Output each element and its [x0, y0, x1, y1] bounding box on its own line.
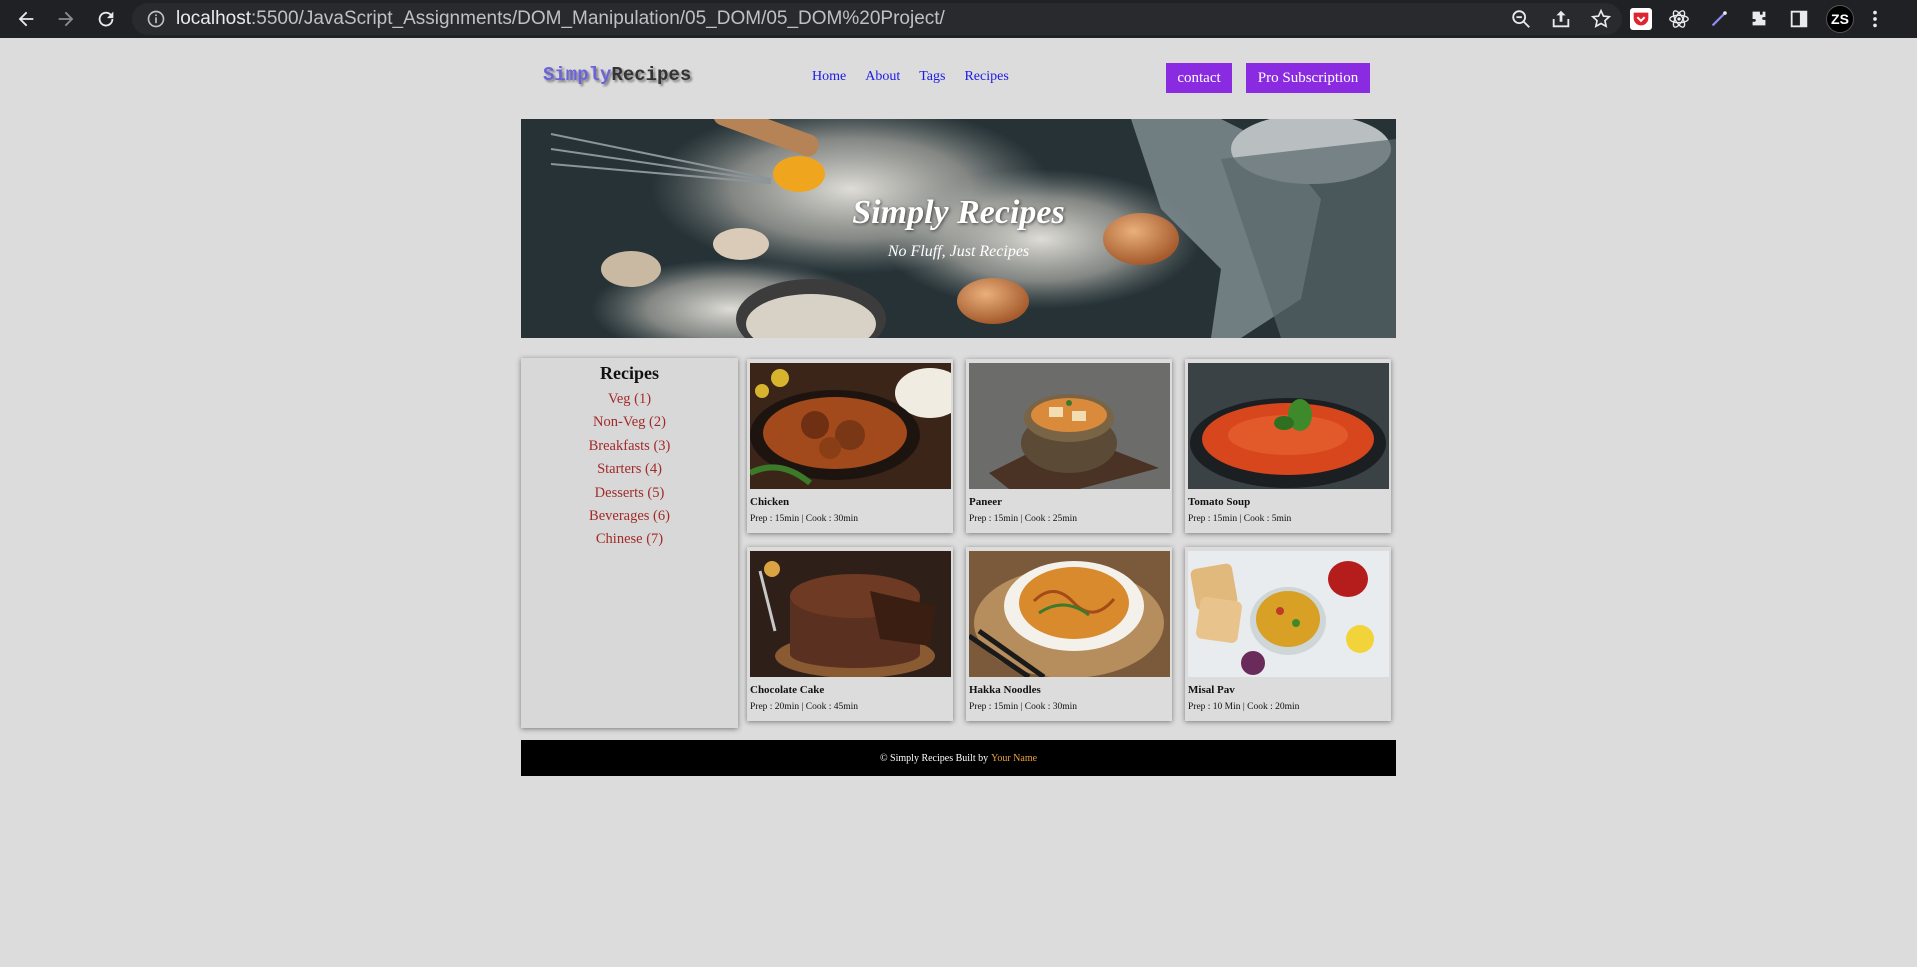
hero-banner: Simply Recipes No Fluff, Just Recipes: [521, 119, 1396, 338]
url-text[interactable]: localhost:5500/JavaScript_Assignments/DO…: [176, 8, 945, 30]
hero-title: Simply Recipes: [852, 194, 1065, 231]
main-nav: Home About Tags Recipes: [812, 69, 1009, 85]
browser-toolbar: localhost:5500/JavaScript_Assignments/DO…: [0, 0, 1917, 38]
footer-text: © Simply Recipes Built by: [879, 752, 989, 764]
pocket-icon: [1633, 12, 1649, 26]
eyedropper-icon: [1711, 11, 1727, 27]
share-icon[interactable]: [1550, 8, 1572, 30]
hero-text: Simply Recipes No Fluff, Just Recipes: [521, 119, 1396, 338]
zoom-out-icon[interactable]: [1510, 8, 1532, 30]
forward-button[interactable]: [46, 0, 86, 38]
category-chinese[interactable]: Chinese (7): [521, 528, 738, 551]
site-logo[interactable]: SimplyRecipes: [543, 64, 691, 86]
pro-subscription-button[interactable]: Pro Subscription: [1246, 63, 1370, 93]
arrow-left-icon: [18, 11, 34, 27]
recipe-card-hakka-noodles[interactable]: Hakka Noodles Prep : 15min | Cook : 30mi…: [966, 547, 1172, 721]
puzzle-icon: [1752, 11, 1766, 26]
star-icon[interactable]: [1590, 8, 1612, 30]
page-container: SimplyRecipes Home About Tags Recipes co…: [521, 38, 1396, 776]
logo-simply: Simply: [543, 64, 612, 86]
category-breakfasts[interactable]: Breakfasts (3): [521, 435, 738, 458]
side-panel-icon: [1790, 10, 1808, 28]
site-navbar: SimplyRecipes Home About Tags Recipes co…: [521, 38, 1396, 119]
nav-about-link[interactable]: About: [865, 69, 900, 85]
browser-menu-button[interactable]: [1868, 6, 1882, 32]
recipe-name: Tomato Soup: [1188, 496, 1251, 508]
nav-home-link[interactable]: Home: [812, 69, 846, 85]
recipe-name: Misal Pav: [1188, 684, 1235, 696]
profile-avatar[interactable]: ZS: [1826, 5, 1854, 33]
recipe-image-paneer[interactable]: [969, 363, 1170, 489]
info-icon[interactable]: [146, 9, 166, 29]
reload-icon: [98, 11, 114, 27]
logo-recipes: Recipes: [611, 64, 692, 86]
sidebar-title: Recipes: [600, 363, 659, 383]
category-beverages[interactable]: Beverages (6): [521, 505, 738, 528]
category-veg[interactable]: Veg (1): [521, 388, 738, 411]
recipe-card-paneer[interactable]: Paneer Prep : 15min | Cook : 25min: [966, 359, 1172, 533]
recipe-image-misal-pav[interactable]: [1188, 551, 1389, 677]
category-desserts[interactable]: Desserts (5): [521, 482, 738, 505]
recipe-name: Hakka Noodles: [969, 684, 1041, 696]
hero-subtitle: No Fluff, Just Recipes: [887, 243, 1030, 260]
recipe-name: Paneer: [969, 496, 1002, 508]
category-starters[interactable]: Starters (4): [521, 458, 738, 481]
react-icon: [1669, 10, 1689, 28]
nav-tags-link[interactable]: Tags: [919, 69, 945, 85]
recipe-image-tomato-soup[interactable]: [1188, 363, 1389, 489]
color-picker-extension-icon[interactable]: [1706, 6, 1732, 32]
recipe-times: Prep : 15min | Cook : 30min: [750, 514, 858, 524]
url-host: localhost: [176, 8, 251, 29]
footer-author-link[interactable]: Your Name: [991, 753, 1037, 764]
recipe-card-tomato-soup[interactable]: Tomato Soup Prep : 15min | Cook : 5min: [1185, 359, 1391, 533]
nav-recipes-link[interactable]: Recipes: [964, 69, 1008, 85]
side-panel-button[interactable]: [1786, 6, 1812, 32]
recipe-categories-sidebar: Recipes Veg (1) Non-Veg (2) Breakfasts (…: [521, 358, 738, 728]
contact-button[interactable]: contact: [1166, 63, 1232, 93]
recipe-image-chocolate-cake[interactable]: [750, 551, 951, 677]
site-footer: © Simply Recipes Built by Your Name: [521, 740, 1396, 776]
recipe-image-chicken[interactable]: [750, 363, 951, 489]
recipe-name: Chocolate Cake: [750, 684, 825, 696]
category-list: Veg (1) Non-Veg (2) Breakfasts (3) Start…: [521, 388, 738, 552]
recipe-image-hakka-noodles[interactable]: [969, 551, 1170, 677]
recipe-card-chicken[interactable]: Chicken Prep : 15min | Cook : 30min: [747, 359, 953, 533]
address-bar[interactable]: localhost:5500/JavaScript_Assignments/DO…: [132, 3, 1622, 35]
back-button[interactable]: [6, 0, 46, 38]
category-non-veg[interactable]: Non-Veg (2): [521, 411, 738, 434]
extensions-button[interactable]: [1746, 6, 1772, 32]
recipe-times: Prep : 15min | Cook : 30min: [969, 702, 1077, 712]
recipe-times: Prep : 15min | Cook : 25min: [969, 514, 1077, 524]
recipe-times: Prep : 15min | Cook : 5min: [1188, 514, 1292, 524]
pocket-extension-icon[interactable]: [1630, 8, 1652, 30]
arrow-right-icon: [58, 11, 74, 27]
recipe-times: Prep : 20min | Cook : 45min: [750, 702, 858, 712]
recipe-times: Prep : 10 Min | Cook : 20min: [1188, 702, 1300, 712]
react-devtools-icon[interactable]: [1666, 6, 1692, 32]
recipe-name: Chicken: [750, 496, 790, 508]
reload-button[interactable]: [86, 0, 126, 38]
url-path: :5500/JavaScript_Assignments/DOM_Manipul…: [251, 8, 945, 29]
recipe-card-misal-pav[interactable]: Misal Pav Prep : 10 Min | Cook : 20min: [1185, 547, 1391, 721]
kebab-menu-icon: [1873, 10, 1877, 28]
recipe-card-chocolate-cake[interactable]: Chocolate Cake Prep : 20min | Cook : 45m…: [747, 547, 953, 721]
